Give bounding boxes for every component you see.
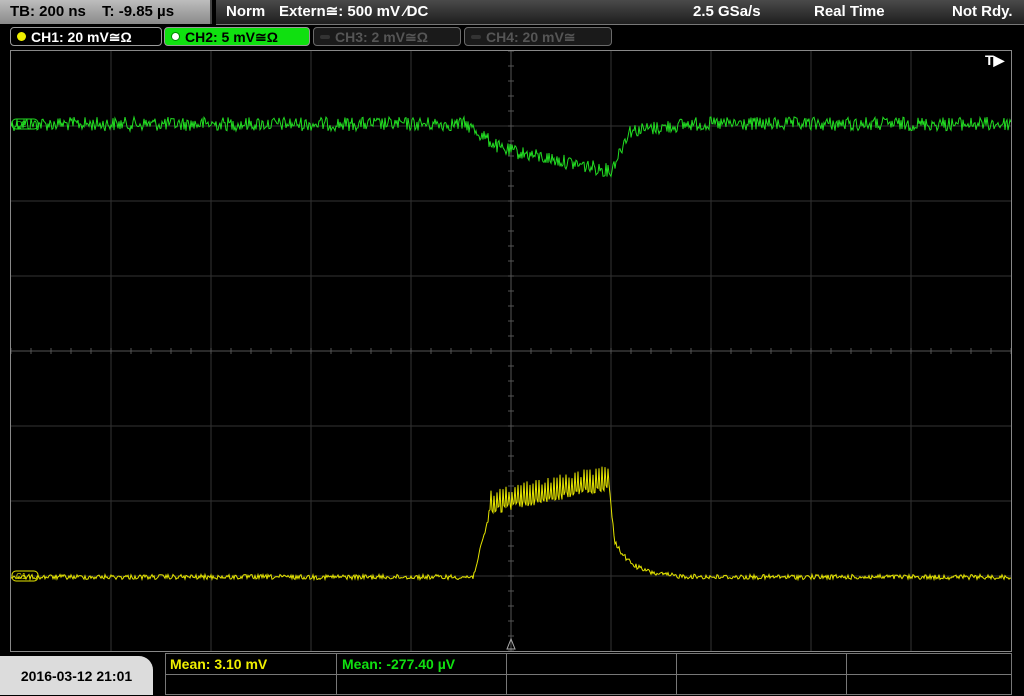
measurement-col-divider xyxy=(506,654,507,695)
channel-3-label: CH3: 2 mV≅Ω xyxy=(335,29,428,45)
status-bar: TB: 200 ns T: -9.85 µs Norm Extern≅: 500… xyxy=(0,0,1024,25)
datetime-display: 2016-03-12 21:01 xyxy=(0,656,153,695)
waveform-display[interactable]: C2 C1 xyxy=(10,50,1012,652)
trigger-source[interactable]: Extern≅: 500 mV ∕DC xyxy=(279,0,428,24)
trigger-marker-icon: T▶ xyxy=(985,52,1005,68)
measurement-ch1-mean: Mean: 3.10 mV xyxy=(170,656,268,672)
channel-1-tab[interactable]: CH1: 20 mV≅Ω xyxy=(10,27,162,46)
run-state: Not Rdy. xyxy=(952,3,1013,20)
channel-4-tab[interactable]: CH4: 20 mV≅ xyxy=(464,27,612,46)
measurement-col-divider xyxy=(846,654,847,695)
timebase-value: TB: 200 ns xyxy=(10,3,86,20)
acquisition-mode: Real Time xyxy=(814,3,885,20)
channel-tabs: CH1: 20 mV≅Ω CH2: 5 mV≅Ω CH3: 2 mV≅Ω CH4… xyxy=(0,26,1024,48)
channel-4-indicator-icon xyxy=(471,35,481,39)
measurement-col-divider xyxy=(336,654,337,695)
acquisition-bar[interactable]: Norm Extern≅: 500 mV ∕DC 2.5 GSa/s Real … xyxy=(216,0,1024,25)
channel-1-indicator-icon xyxy=(17,32,26,41)
waveform-svg: C2 C1 xyxy=(11,51,1011,651)
channel-1-marker-label: C1 xyxy=(16,572,27,581)
measurement-table[interactable]: Mean: 3.10 mV Mean: -277.40 µV xyxy=(165,653,1012,695)
trigger-mode[interactable]: Norm xyxy=(226,0,265,24)
measurement-divider xyxy=(166,674,1011,675)
channel-3-tab[interactable]: CH3: 2 mV≅Ω xyxy=(313,27,461,46)
sample-rate: 2.5 GSa/s xyxy=(693,3,761,20)
measurement-col-divider xyxy=(676,654,677,695)
trigger-time-value: T: -9.85 µs xyxy=(102,3,175,20)
channel-2-marker-label: C2 xyxy=(16,120,27,129)
timebase-panel[interactable]: TB: 200 ns T: -9.85 µs xyxy=(0,0,212,24)
channel-1-label: CH1: 20 mV≅Ω xyxy=(31,29,132,45)
measurement-ch2-mean: Mean: -277.40 µV xyxy=(342,656,456,672)
channel-3-indicator-icon xyxy=(320,35,330,39)
channel-2-label: CH2: 5 mV≅Ω xyxy=(185,29,278,45)
graticule-grid xyxy=(11,51,1011,651)
channel-2-indicator-icon xyxy=(171,32,180,41)
channel-4-label: CH4: 20 mV≅ xyxy=(486,29,576,45)
channel-2-tab[interactable]: CH2: 5 mV≅Ω xyxy=(164,27,310,46)
